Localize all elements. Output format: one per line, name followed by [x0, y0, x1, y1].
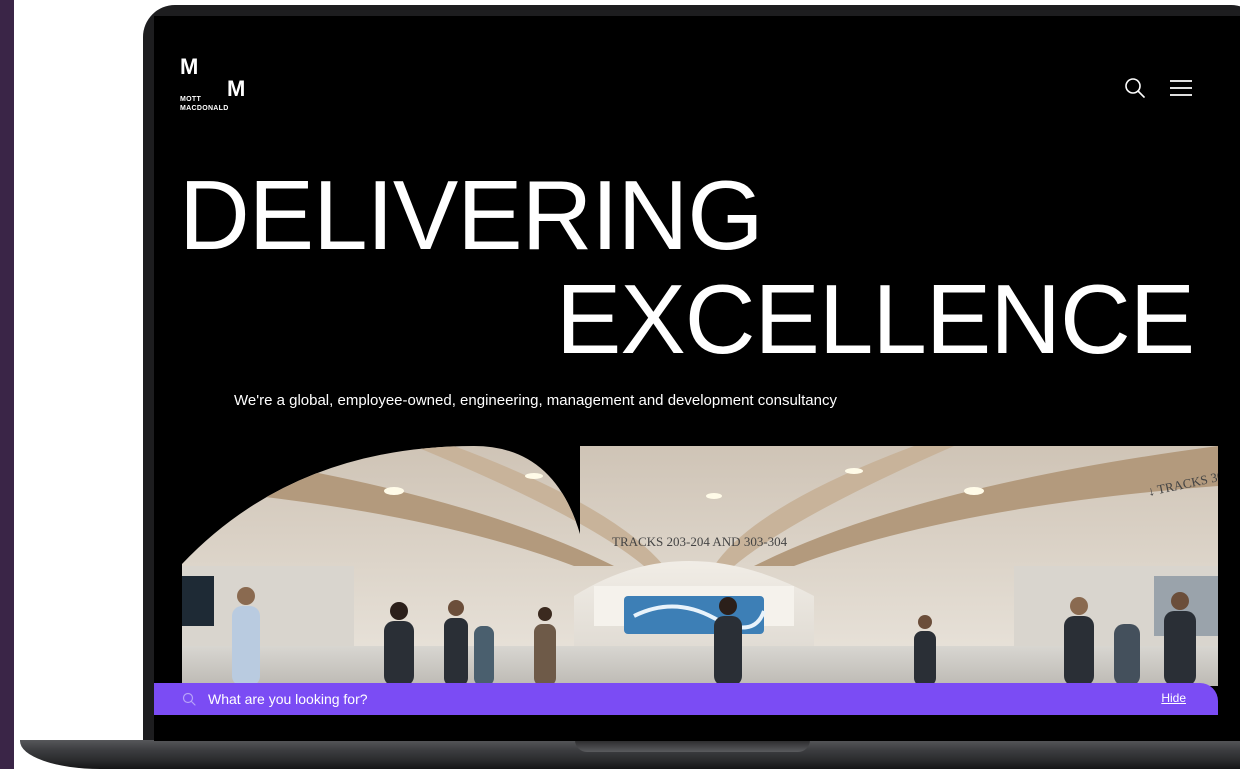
hero-headline-line-2: EXCELLENCE [556, 264, 1195, 374]
svg-text:TRACKS 203-204 AND 303-304: TRACKS 203-204 AND 303-304 [612, 534, 788, 549]
logo-word-macdonald: MACDONALD [180, 105, 229, 112]
logo-word-mott: MOTT [180, 96, 202, 103]
hamburger-menu-icon[interactable] [1169, 76, 1193, 100]
station-hero-image: TRACKS 203-204 AND 303-304 ↓ TRACKS 30 [182, 446, 1218, 686]
search-input[interactable] [208, 687, 808, 711]
logo-mark-left: M [180, 54, 199, 79]
hide-search-link[interactable]: Hide [1161, 691, 1186, 705]
hero-tagline: We're a global, employee-owned, engineer… [234, 392, 837, 409]
search-bar-icon [182, 692, 196, 706]
website-screen: M M MOTT MACDONALD DELIVERING EXCELLENCE… [154, 16, 1240, 741]
search-icon[interactable] [1123, 76, 1147, 100]
background-strip [0, 0, 14, 769]
laptop-hinge-notch [575, 740, 810, 752]
logo-mark-right: M [227, 76, 246, 101]
search-bar: Hide [154, 683, 1218, 715]
hero-headline-line-1: DELIVERING [179, 160, 764, 270]
